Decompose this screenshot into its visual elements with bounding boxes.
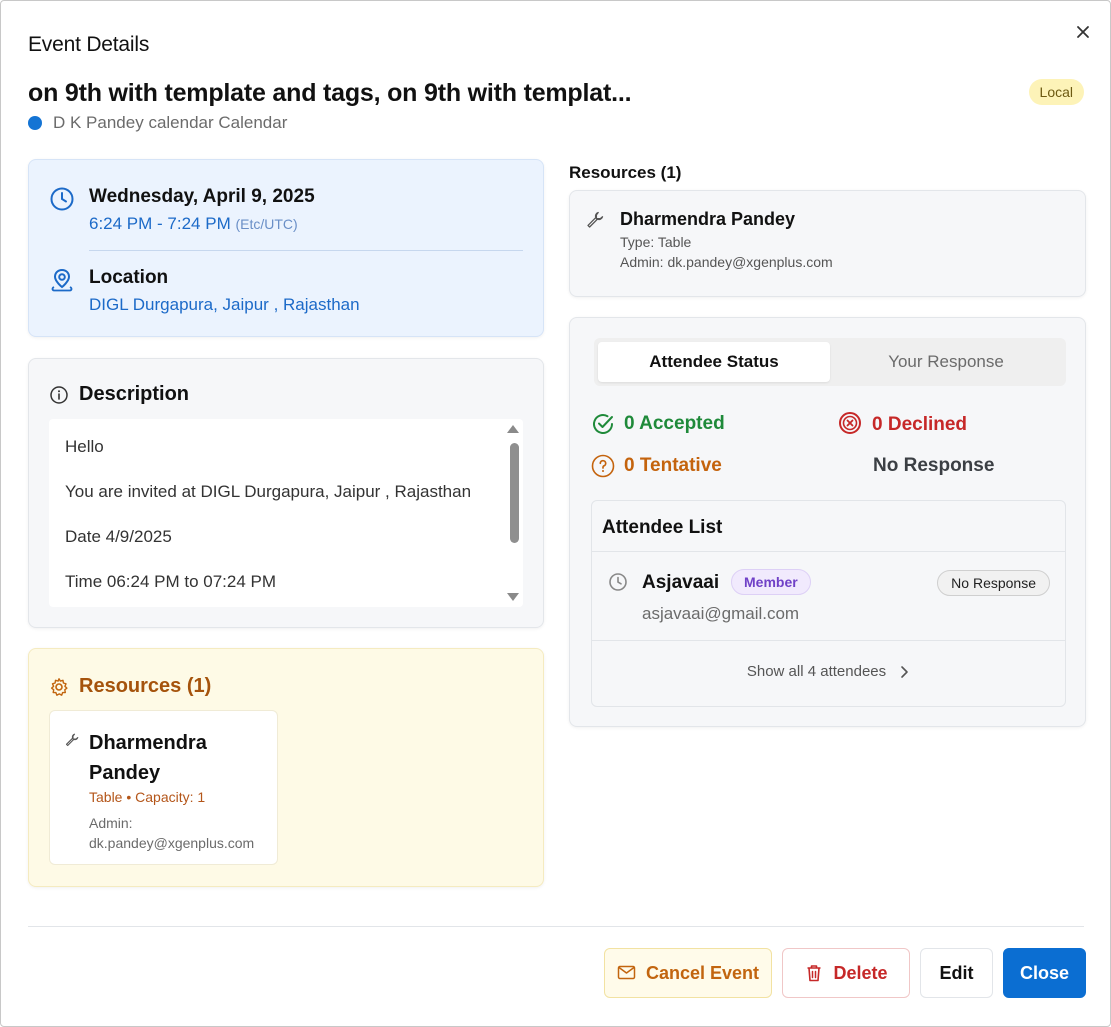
divider (89, 250, 523, 251)
show-all-attendees-button[interactable]: Show all 4 attendees (592, 663, 1065, 680)
description-card: Description Hello You are invited at DIG… (28, 358, 544, 628)
wrench-icon (587, 211, 604, 228)
description-content[interactable]: Hello You are invited at DIGL Durgapura,… (49, 419, 523, 607)
description-line: Date 4/9/2025 (65, 527, 172, 546)
location-row: Location DIGL Durgapura, Jaipur , Rajast… (49, 267, 360, 315)
attendee-row: Asjavaai Member asjavaai@gmail.com No Re… (592, 552, 1065, 640)
cancel-event-button[interactable]: Cancel Event (604, 948, 772, 998)
scroll-thumb[interactable] (510, 443, 519, 543)
datetime-row: Wednesday, April 9, 2025 6:24 PM - 7:24 … (49, 186, 315, 234)
resource-admin-email: dk.pandey@xgenplus.com (89, 835, 255, 851)
trash-icon (807, 965, 821, 982)
event-timezone: (Etc/UTC) (235, 216, 298, 232)
description-line: Hello (65, 437, 104, 456)
description-header: Description (49, 383, 189, 406)
member-badge: Member (731, 569, 811, 595)
attendee-list: Attendee List Asjavaai Member asjavaai@g… (591, 500, 1066, 707)
delete-label: Delete (833, 962, 888, 983)
tab-attendee-status[interactable]: Attendee Status (598, 342, 830, 382)
delete-button[interactable]: Delete (782, 948, 910, 998)
x-circle-icon (839, 412, 861, 434)
location-label: Location (89, 267, 169, 288)
resource-admin: Admin: dk.pandey@xgenplus.com (620, 254, 833, 270)
description-label: Description (79, 383, 190, 405)
tentative-count: 0 Tentative (624, 455, 722, 476)
check-circle-icon (593, 414, 613, 434)
local-badge: Local (1028, 79, 1084, 105)
resource-name: Dharmendra Pandey (89, 732, 207, 784)
tentative-stat: 0 Tentative (591, 454, 722, 478)
close-button[interactable]: Close (1003, 948, 1086, 998)
mail-icon (617, 965, 636, 980)
calendar-name: D K Pandey calendar Calendar (53, 113, 288, 132)
event-time-range: 6:24 PM - 7:24 PM (89, 214, 231, 233)
gear-icon (50, 677, 68, 696)
info-icon (50, 385, 68, 404)
resources-header: Resources (1) (49, 675, 211, 698)
scrollbar[interactable] (507, 419, 523, 607)
resource-admin: Admin: dk.pandey@xgenplus.com (89, 813, 254, 853)
accepted-stat: 0 Accepted (591, 412, 725, 436)
scroll-up-arrow[interactable] (507, 425, 519, 433)
calendar-line: D K Pandey calendar Calendar (28, 113, 287, 133)
description-line: Time 06:24 PM to 07:24 PM (65, 572, 277, 591)
cancel-event-label: Cancel Event (645, 962, 760, 983)
resource-name: Dharmendra Pandey (620, 209, 796, 229)
attendee-card: Attendee Status Your Response 0 Accepted… (569, 317, 1086, 727)
resource-meta: Table • Capacity: 1 (89, 789, 206, 805)
resources-card: Resources (1) Dharmendra Pandey Table • … (28, 648, 544, 887)
scroll-down-arrow[interactable] (507, 593, 519, 601)
map-pin-icon (51, 268, 73, 292)
footer-divider (28, 926, 1084, 927)
event-title: on 9th with template and tags, on 9th wi… (28, 79, 632, 107)
tab-your-response[interactable]: Your Response (830, 342, 1062, 382)
attendee-list-title: Attendee List (602, 517, 723, 538)
clock-icon (609, 573, 627, 591)
edit-button[interactable]: Edit (920, 948, 993, 998)
chevron-right-icon (901, 665, 908, 678)
clock-icon (50, 187, 74, 211)
wrench-icon (65, 733, 79, 747)
description-text: Hello You are invited at DIGL Durgapura,… (49, 419, 523, 607)
attendee-name: Asjavaai (642, 572, 720, 593)
attendee-tabs: Attendee Status Your Response (594, 338, 1066, 386)
resource-type: Type: Table (620, 234, 692, 250)
status-badge: No Response (937, 570, 1050, 596)
question-circle-icon (591, 454, 615, 478)
event-time: 6:24 PM - 7:24 PM (Etc/UTC) (89, 214, 315, 234)
divider (592, 640, 1065, 641)
location-value: DIGL Durgapura, Jaipur , Rajasthan (89, 295, 360, 314)
calendar-color-dot (28, 116, 42, 130)
resources-label: Resources (1) (79, 675, 212, 697)
declined-count: 0 Declined (872, 414, 968, 435)
close-icon[interactable] (1072, 21, 1094, 43)
description-line: You are invited at DIGL Durgapura, Jaipu… (65, 482, 472, 501)
resources-right-label: Resources (1) (569, 163, 682, 182)
event-details-modal: Event Details on 9th with template and t… (0, 0, 1111, 1027)
resource-item[interactable]: Dharmendra Pandey Table • Capacity: 1 Ad… (49, 710, 278, 865)
accepted-count: 0 Accepted (624, 413, 725, 434)
modal-title: Event Details (28, 33, 150, 56)
resource-admin-label: Admin: (89, 815, 133, 831)
show-all-label: Show all 4 attendees (746, 663, 887, 680)
event-date: Wednesday, April 9, 2025 (89, 186, 315, 207)
datetime-location-card: Wednesday, April 9, 2025 6:24 PM - 7:24 … (28, 159, 544, 337)
resource-detail-card: Dharmendra Pandey Type: Table Admin: dk.… (569, 190, 1086, 297)
declined-stat: 0 Declined (837, 412, 967, 438)
attendee-email: asjavaai@gmail.com (642, 604, 800, 623)
no-response-stat: No Response (873, 455, 995, 476)
